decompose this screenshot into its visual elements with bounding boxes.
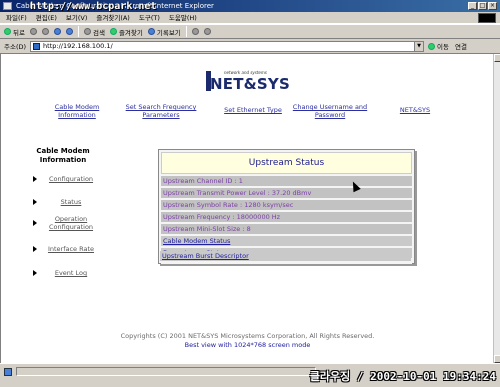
menu-bar: 파일(F) 편집(E) 보기(V) 즐겨찾기(A) 도구(T) 도움말(H) [0, 12, 500, 24]
upstream-channel-id: Upstream Channel ID : 1 [161, 176, 412, 187]
menu-edit[interactable]: 편집(E) [36, 12, 57, 23]
watermark: http://www.bcpark.net [30, 1, 157, 12]
sidebar-item-label: Configuration [48, 175, 94, 183]
sidebar-item-status[interactable]: Status [31, 193, 101, 213]
address-input[interactable]: http://192.168.100.1/ ▼ [30, 40, 425, 52]
nav-netsys[interactable]: NET&SYS [395, 106, 435, 114]
ie-icon [3, 2, 12, 10]
menu-view[interactable]: 보기(V) [66, 12, 87, 23]
address-url: http://192.168.100.1/ [43, 42, 113, 50]
address-dropdown[interactable]: ▼ [414, 41, 424, 51]
menu-file[interactable]: 파일(F) [6, 12, 27, 23]
status-text-segment [16, 367, 316, 376]
netsys-logo: network and systems NET&SYS [206, 68, 296, 94]
stop-icon[interactable] [41, 28, 49, 35]
menu-tools[interactable]: 도구(T) [139, 12, 160, 23]
back-arrow-icon [4, 28, 11, 35]
page-content: network and systems NET&SYS Cable Modem … [0, 54, 493, 363]
nav-change-username-password[interactable]: Change Username and Password [285, 103, 375, 119]
history-icon [147, 28, 155, 35]
toolbar: 뒤로 검색 즐겨찾기 기록보기 [0, 24, 500, 39]
search-icon [83, 28, 91, 35]
windows-logo-icon [478, 13, 496, 23]
best-view-text: Best view with 1024*768 screen mode [184, 341, 311, 349]
triangle-bullet-icon [33, 199, 37, 205]
mail-icon[interactable] [191, 28, 199, 35]
sidebar-item-operation-configuration[interactable]: Operation Configuration [31, 214, 101, 234]
nav-set-ethernet-type[interactable]: Set Ethernet Type [223, 106, 283, 114]
minimize-button[interactable]: _ [468, 2, 477, 10]
triangle-bullet-icon [33, 246, 37, 252]
triangle-bullet-icon [33, 220, 37, 226]
link-cable-modem-status[interactable]: Cable Modem Status [161, 236, 412, 247]
upstream-status-panel: Upstream Status Upstream Channel ID : 1 … [158, 149, 415, 264]
links-button[interactable]: 연결 [455, 41, 467, 51]
forward-arrow-icon[interactable] [29, 28, 37, 35]
refresh-icon[interactable] [53, 28, 61, 35]
page-done-icon [4, 368, 12, 376]
window-titlebar: Cable Modem Configuration - Microsoft In… [0, 0, 500, 12]
favorites-button[interactable]: 즐겨찾기 [109, 27, 143, 37]
print-icon[interactable] [203, 28, 211, 35]
sidebar-item-interface-rate[interactable]: Interface Rate [31, 240, 101, 260]
panel-heading: Upstream Status [161, 152, 412, 174]
triangle-bullet-icon [33, 176, 37, 182]
sidebar-item-label: Interface Rate [47, 245, 95, 253]
go-button[interactable]: 이동 [428, 41, 449, 51]
logo-brand: NET&SYS [210, 75, 290, 93]
sidebar-item-label: Operation Configuration [48, 215, 94, 231]
capture-timestamp: 클라우징 / 2002-10-01 19:34:24 [309, 370, 496, 383]
sidebar-item-event-log[interactable]: Event Log [31, 264, 101, 284]
upstream-symbol-rate: Upstream Symbol Rate : 1280 ksym/sec [161, 200, 412, 211]
sidebar-item-label: Status [60, 198, 82, 206]
toolbar-separator [77, 26, 79, 37]
toolbar-separator [185, 26, 187, 37]
triangle-bullet-icon [33, 270, 37, 276]
sidebar-item-label: Event Log [54, 269, 88, 277]
sidebar-item-configuration[interactable]: Configuration [31, 170, 101, 190]
nav-set-search-frequency[interactable]: Set Search Frequency Parameters [118, 103, 204, 119]
maximize-button[interactable]: □ [478, 2, 487, 10]
page-icon [33, 42, 41, 50]
close-button[interactable]: × [488, 2, 497, 10]
status-bar: 클라우징 / 2002-10-01 19:34:24 [0, 363, 500, 387]
upstream-transmit-power: Upstream Transmit Power Level : 37.20 dB… [161, 188, 412, 199]
page-footer: Copyrights (C) 2001 NET&SYS Microsystems… [1, 332, 494, 350]
back-button[interactable]: 뒤로 [4, 27, 25, 37]
upstream-mini-slot-size: Upstream Mini-Slot Size : 8 [161, 224, 412, 235]
star-icon [109, 28, 117, 35]
link-upstream-burst-descriptor[interactable]: Upstream Burst Descriptor [160, 251, 411, 262]
address-label: 주소(D) [4, 43, 27, 51]
home-icon[interactable] [65, 28, 73, 35]
history-button[interactable]: 기록보기 [147, 27, 181, 37]
sidebar-title: Cable Modem Information [36, 147, 90, 164]
copyright-text: Copyrights (C) 2001 NET&SYS Microsystems… [120, 332, 375, 340]
menu-help[interactable]: 도움말(H) [169, 12, 197, 23]
go-arrow-icon [428, 42, 436, 50]
nav-cable-modem-information[interactable]: Cable Modem Information [46, 103, 108, 119]
address-bar: 주소(D) http://192.168.100.1/ ▼ 이동 연결 [0, 39, 500, 54]
scroll-up-button[interactable] [494, 54, 500, 62]
scroll-down-button[interactable] [494, 355, 500, 363]
upstream-frequency: Upstream Frequency : 18000000 Hz [161, 212, 412, 223]
menu-favorites[interactable]: 즐겨찾기(A) [96, 12, 129, 23]
vertical-scrollbar[interactable] [493, 54, 500, 363]
search-button[interactable]: 검색 [83, 27, 105, 37]
